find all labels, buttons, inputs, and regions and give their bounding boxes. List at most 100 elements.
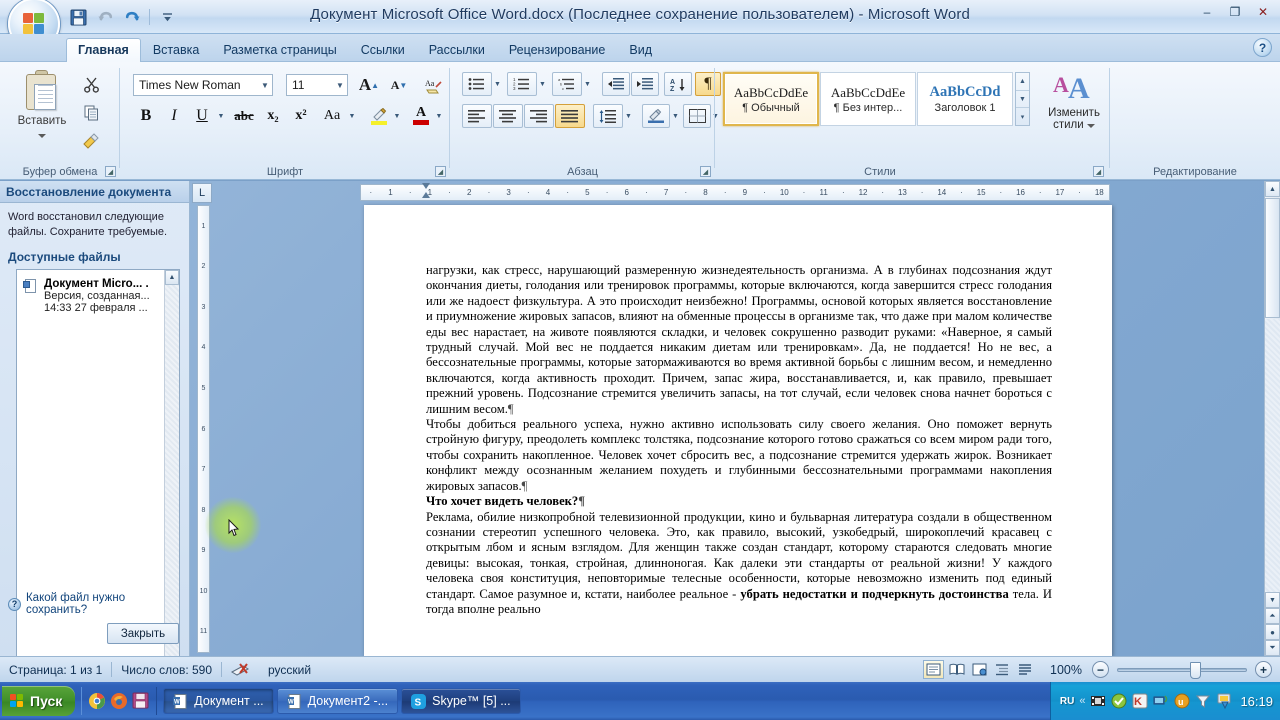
- font-color-icon[interactable]: A: [408, 104, 434, 128]
- network-icon[interactable]: [1153, 693, 1169, 709]
- save-icon[interactable]: [132, 692, 150, 710]
- minimize-button[interactable]: –: [1194, 3, 1220, 21]
- align-left-icon[interactable]: [462, 104, 492, 128]
- align-right-icon[interactable]: [524, 104, 554, 128]
- style-normal[interactable]: AaBbCcDdEe ¶ Обычный: [723, 72, 819, 126]
- update-icon[interactable]: [1111, 693, 1127, 709]
- tab-mailings[interactable]: Рассылки: [417, 38, 497, 63]
- gallery-more-icon[interactable]: ▾: [1016, 108, 1029, 125]
- styles-dialog-launcher[interactable]: ◢: [1093, 166, 1104, 177]
- align-center-icon[interactable]: [493, 104, 523, 128]
- change-styles-dropdown-arrow[interactable]: [1086, 124, 1095, 128]
- shading-icon[interactable]: [642, 104, 670, 128]
- language-indicator[interactable]: русский: [259, 660, 320, 680]
- zoom-out-button[interactable]: −: [1092, 661, 1109, 678]
- tab-review[interactable]: Рецензирование: [497, 38, 618, 63]
- copy-icon[interactable]: [78, 100, 104, 124]
- scroll-up-icon[interactable]: ▲: [1265, 181, 1280, 197]
- view-draft-icon[interactable]: [1015, 660, 1036, 679]
- document-text-body[interactable]: нагрузки, как стресс, нарушающий размере…: [426, 263, 1052, 617]
- scroll-track[interactable]: [1265, 319, 1280, 592]
- styles-gallery-scroll[interactable]: ▲ ▼ ▾: [1015, 72, 1030, 126]
- change-case-dropdown-arrow[interactable]: ▼: [346, 104, 358, 128]
- language-indicator[interactable]: RU: [1060, 696, 1074, 707]
- media-icon[interactable]: [1090, 693, 1106, 709]
- tab-references[interactable]: Ссылки: [349, 38, 417, 63]
- cut-icon[interactable]: [78, 72, 104, 96]
- bullets-icon[interactable]: [462, 72, 492, 96]
- numbering-dropdown-arrow[interactable]: ▼: [537, 72, 548, 96]
- document-vertical-scrollbar[interactable]: ▲ ▼ ⏶ ● ⏷: [1264, 181, 1280, 656]
- italic-button[interactable]: I: [161, 104, 187, 128]
- scroll-thumb[interactable]: [1265, 198, 1280, 318]
- view-outline-icon[interactable]: [992, 660, 1013, 679]
- shading-dropdown-arrow[interactable]: ▼: [670, 104, 681, 128]
- utorrent-icon[interactable]: u: [1174, 693, 1190, 709]
- indent-marker[interactable]: [422, 183, 431, 198]
- previous-object-icon[interactable]: ⏶: [1265, 608, 1280, 624]
- taskbar-item-word-2[interactable]: W Документ2 -...: [276, 688, 399, 714]
- next-object-icon[interactable]: ⏷: [1265, 640, 1280, 656]
- pane-help-link[interactable]: ? Какой файл нужно сохранить?: [8, 592, 189, 616]
- tab-page-layout[interactable]: Разметка страницы: [211, 38, 348, 63]
- decrease-indent-icon[interactable]: [602, 72, 630, 96]
- paste-button[interactable]: Вставить: [14, 70, 70, 141]
- pane-close-button[interactable]: Закрыть: [107, 623, 179, 644]
- grow-font-button[interactable]: A ▲: [355, 74, 383, 96]
- vertical-ruler[interactable]: 1 2 3 4 5 6 7 8 9 10 11: [197, 205, 210, 653]
- change-case-button[interactable]: Aa: [317, 104, 347, 128]
- select-browse-object-icon[interactable]: ●: [1265, 624, 1280, 640]
- clear-formatting-icon[interactable]: Aa: [420, 74, 446, 96]
- view-full-screen-reading-icon[interactable]: [946, 660, 967, 679]
- font-color-dropdown-arrow[interactable]: ▼: [433, 104, 445, 128]
- list-item[interactable]: Документ Micro... . Версия, созданная...…: [21, 276, 160, 316]
- style-heading-1[interactable]: AaBbCcDd Заголовок 1: [917, 72, 1013, 126]
- view-web-layout-icon[interactable]: [969, 660, 990, 679]
- horizontal-ruler[interactable]: · 1 · 1 · 2 · 3 · 4 · 5 · 6 · 7 · 8 · 9 …: [360, 184, 1110, 201]
- font-dialog-launcher[interactable]: ◢: [435, 166, 446, 177]
- file-list-scrollbar[interactable]: ▲ ▼: [164, 270, 179, 715]
- paste-dropdown-arrow[interactable]: [38, 134, 46, 138]
- tab-insert[interactable]: Вставка: [141, 38, 211, 63]
- increase-indent-icon[interactable]: [631, 72, 659, 96]
- highlight-icon[interactable]: [366, 104, 392, 128]
- line-spacing-icon[interactable]: [593, 104, 623, 128]
- recovered-files-list[interactable]: Документ Micro... . Версия, созданная...…: [16, 269, 180, 716]
- zoom-level[interactable]: 100%: [1050, 663, 1082, 677]
- view-print-layout-icon[interactable]: [923, 660, 945, 679]
- word-count[interactable]: Число слов: 590: [112, 660, 221, 680]
- zoom-in-button[interactable]: +: [1255, 661, 1272, 678]
- style-no-spacing[interactable]: AaBbCcDdEe ¶ Без интер...: [820, 72, 916, 126]
- multilevel-dropdown-arrow[interactable]: ▼: [582, 72, 593, 96]
- change-styles-button[interactable]: A A Изменить стили: [1045, 70, 1103, 132]
- tab-home[interactable]: Главная: [66, 38, 141, 63]
- borders-icon[interactable]: [683, 104, 711, 128]
- start-button[interactable]: Пуск: [2, 686, 76, 716]
- chevron-left-icon[interactable]: «: [1079, 695, 1085, 707]
- funnel-icon[interactable]: [1195, 693, 1211, 709]
- align-justify-icon[interactable]: [555, 104, 585, 128]
- multilevel-icon[interactable]: a b c: [552, 72, 582, 96]
- gallery-scroll-down-icon[interactable]: ▼: [1016, 91, 1029, 109]
- shrink-font-button[interactable]: A ▼: [385, 74, 413, 96]
- taskbar-item-word-1[interactable]: W Документ ...: [163, 688, 274, 714]
- proofing-status[interactable]: [222, 660, 259, 680]
- bullets-dropdown-arrow[interactable]: ▼: [492, 72, 503, 96]
- bold-button[interactable]: B: [133, 104, 159, 128]
- line-spacing-dropdown-arrow[interactable]: ▼: [623, 104, 634, 128]
- subscript-button[interactable]: x₂: [260, 104, 286, 128]
- chevron-down-icon[interactable]: ▼: [333, 81, 347, 90]
- help-icon[interactable]: ?: [1253, 38, 1272, 57]
- highlight-dropdown-arrow[interactable]: ▼: [391, 104, 403, 128]
- download-icon[interactable]: [1216, 693, 1232, 710]
- chevron-down-icon[interactable]: ▼: [258, 81, 272, 90]
- underline-dropdown-arrow[interactable]: ▼: [215, 104, 227, 128]
- zoom-slider[interactable]: [1117, 661, 1247, 679]
- taskbar-item-skype[interactable]: S Skype™ [5] ...: [401, 688, 521, 714]
- scroll-up-icon[interactable]: ▲: [165, 270, 179, 285]
- sort-icon[interactable]: A Z: [664, 72, 692, 96]
- gallery-scroll-up-icon[interactable]: ▲: [1016, 73, 1029, 91]
- firefox-icon[interactable]: [110, 692, 128, 710]
- close-button[interactable]: ✕: [1250, 3, 1276, 21]
- tab-view[interactable]: Вид: [617, 38, 664, 63]
